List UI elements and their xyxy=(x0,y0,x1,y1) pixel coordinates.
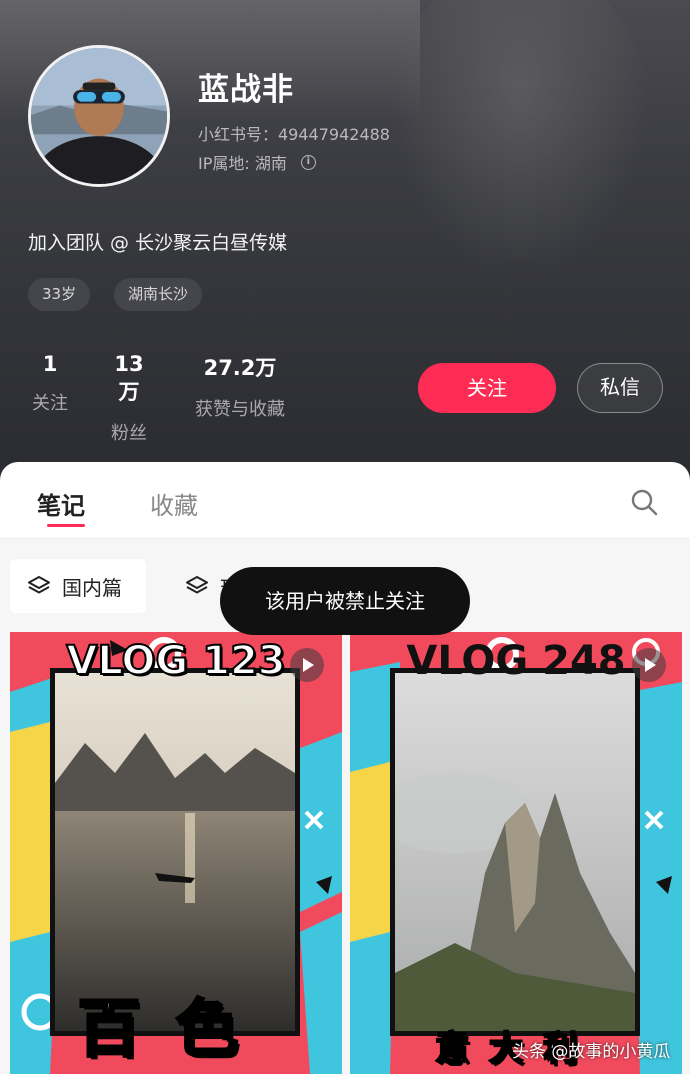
note-card[interactable]: VLOG 123 百色 xyxy=(10,632,342,1074)
layers-icon xyxy=(28,576,50,594)
play-icon xyxy=(632,648,666,682)
toast-message: 该用户被禁止关注 xyxy=(220,567,470,635)
watermark: 头条 @故事的小黄瓜 xyxy=(512,1042,671,1062)
stat-likes-value: 27.2万 xyxy=(203,356,277,380)
filter-chip-label: 国内篇 xyxy=(62,575,122,600)
filter-chip-domestic[interactable]: 国内篇 xyxy=(10,559,146,613)
info-icon[interactable]: i xyxy=(300,154,316,170)
stat-following-label: 关注 xyxy=(32,393,68,414)
card-place: 百色 xyxy=(76,991,274,1067)
stat-following-value: 1 xyxy=(42,352,58,376)
note-card[interactable]: VLOG 248 意大利 xyxy=(350,632,682,1074)
tab-active-indicator xyxy=(47,524,85,527)
card-photo xyxy=(390,668,640,1036)
play-icon xyxy=(290,648,324,682)
stat-followers-label: 粉丝 xyxy=(111,423,147,444)
header-background-figure xyxy=(390,0,650,280)
profile-bio: 加入团队 @ 长沙聚云白昼传媒 xyxy=(28,232,288,254)
stat-followers-value: 13万 xyxy=(114,352,144,404)
tag-age: 33岁 xyxy=(28,278,91,311)
search-icon[interactable] xyxy=(630,488,658,516)
follow-button[interactable]: 关注 xyxy=(418,363,556,413)
tab-collections[interactable]: 收藏 xyxy=(150,486,198,521)
ip-location-text: IP属地: 湖南 xyxy=(198,154,287,173)
stat-following[interactable]: 1 关注 xyxy=(28,352,72,415)
tag-location: 湖南长沙 xyxy=(114,278,203,311)
mountain-photo xyxy=(395,673,635,1031)
avatar[interactable] xyxy=(28,45,170,187)
tab-notes[interactable]: 笔记 xyxy=(37,486,85,521)
stat-likes-label: 获赞与收藏 xyxy=(195,399,285,420)
message-button[interactable]: 私信 xyxy=(577,363,663,413)
stat-followers[interactable]: 13万 粉丝 xyxy=(104,352,154,445)
avatar-image xyxy=(31,48,167,184)
profile-name: 蓝战非 xyxy=(198,72,294,108)
profile-header: 蓝战非 小红书号：49447942488 IP属地: 湖南 i 加入团队 @ 长… xyxy=(0,0,690,480)
user-id: 小红书号：49447942488 xyxy=(198,125,390,144)
ip-location: IP属地: 湖南 i xyxy=(198,150,316,174)
stat-likes[interactable]: 27.2万 获赞与收藏 xyxy=(186,352,294,421)
layers-icon xyxy=(186,576,208,594)
